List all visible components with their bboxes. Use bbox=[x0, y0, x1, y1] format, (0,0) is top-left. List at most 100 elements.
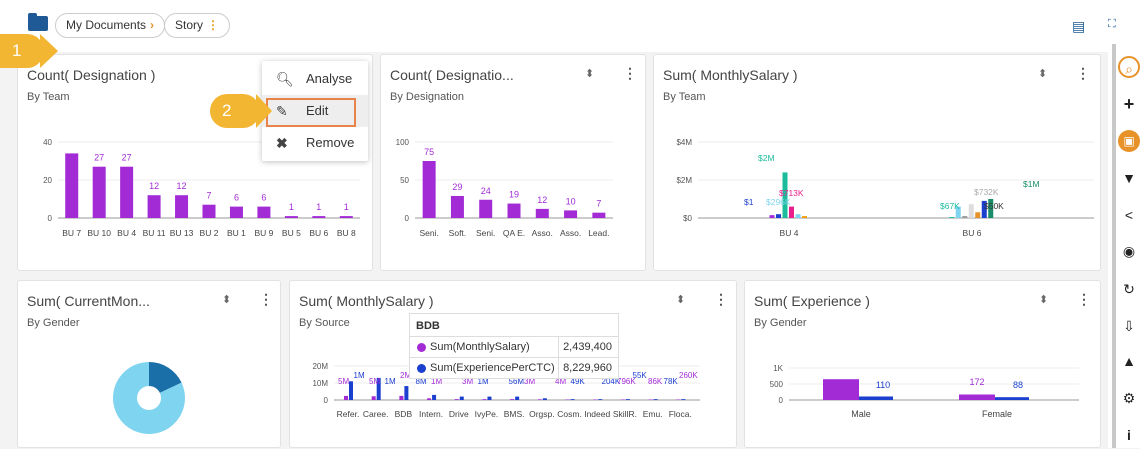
data-label: 19 bbox=[509, 190, 519, 200]
y-tick-label: 500 bbox=[770, 380, 784, 389]
data-label: 5M bbox=[338, 377, 349, 386]
folder-icon[interactable] bbox=[28, 13, 48, 31]
y-tick-label: $4M bbox=[676, 138, 692, 147]
data-label: $50K bbox=[984, 201, 1004, 211]
data-label: 1 bbox=[316, 202, 321, 212]
bar bbox=[776, 214, 781, 218]
data-label: 1 bbox=[289, 202, 294, 212]
bar bbox=[570, 399, 575, 400]
bar bbox=[450, 195, 464, 218]
more-vertical-icon[interactable]: ⋮ bbox=[207, 18, 219, 32]
y-tick-label: $2M bbox=[676, 176, 692, 185]
x-tick-label: Cosm. bbox=[557, 409, 582, 419]
bar bbox=[598, 399, 603, 400]
bar bbox=[565, 399, 570, 400]
bar bbox=[459, 396, 464, 400]
x-tick-label: Floca. bbox=[669, 409, 692, 419]
bar bbox=[399, 395, 404, 400]
data-label: 55K bbox=[633, 371, 648, 380]
x-tick-label: BU 11 bbox=[143, 228, 166, 238]
bar bbox=[344, 395, 348, 400]
info-icon[interactable]: i bbox=[1118, 424, 1140, 446]
donut-chart bbox=[112, 362, 185, 434]
menu-item-edit[interactable]: ✎ Edit bbox=[262, 95, 368, 127]
data-label: $2M bbox=[758, 153, 775, 163]
bar bbox=[789, 206, 794, 218]
bar bbox=[959, 394, 995, 400]
bar bbox=[769, 215, 775, 218]
menu-item-analyse[interactable]: 🔍︎ Analyse bbox=[262, 63, 368, 95]
bar bbox=[371, 396, 376, 400]
breadcrumb-label: Story bbox=[175, 18, 204, 32]
chart-tooltip: BDB Sum(MonthlySalary) 2,439,400 Sum(Exp… bbox=[409, 313, 619, 379]
bar bbox=[284, 216, 298, 218]
bar bbox=[995, 397, 1029, 400]
bar bbox=[202, 204, 216, 218]
bell-icon[interactable]: ▲ bbox=[1118, 350, 1140, 372]
share-icon[interactable]: < bbox=[1118, 204, 1140, 226]
filter-icon[interactable]: ▼ bbox=[1118, 167, 1140, 189]
breadcrumb-my-documents[interactable]: My Documents › bbox=[55, 13, 166, 38]
bar bbox=[147, 195, 161, 218]
bar bbox=[229, 206, 243, 218]
chart-card: Count( Designatio... By Designation ⬍ ⋮ … bbox=[380, 54, 646, 271]
y-tick-label: 0 bbox=[324, 396, 329, 405]
data-label: 110 bbox=[876, 380, 890, 390]
data-label: 1M bbox=[385, 377, 396, 386]
x-tick-label: Orgsp. bbox=[529, 409, 555, 419]
search-icon[interactable]: ⌕ bbox=[1118, 56, 1140, 78]
x-tick-label: BU 5 bbox=[282, 228, 301, 238]
bar bbox=[975, 212, 981, 218]
data-label: 1M bbox=[354, 371, 365, 380]
bar bbox=[479, 199, 493, 218]
data-label: 12 bbox=[537, 195, 547, 205]
x-tick-label: Male bbox=[851, 409, 871, 419]
comment-icon[interactable]: ▤ bbox=[1072, 18, 1085, 35]
breadcrumb-label: My Documents bbox=[66, 18, 147, 32]
data-label: 12 bbox=[149, 181, 159, 191]
menu-item-remove[interactable]: ✖ Remove bbox=[262, 127, 368, 159]
save-icon[interactable]: ▣ bbox=[1118, 130, 1140, 152]
x-tick-label: BU 10 bbox=[87, 228, 111, 238]
callout-number: 1 bbox=[12, 41, 22, 60]
tooltip-row: Sum(MonthlySalary) 2,439,400 bbox=[410, 336, 618, 357]
data-label: 27 bbox=[122, 153, 132, 163]
bar bbox=[404, 386, 409, 400]
x-tick-label: BU 4 bbox=[780, 228, 799, 238]
x-tick-label: BU 1 bbox=[227, 228, 246, 238]
export-icon[interactable]: ⇩ bbox=[1118, 315, 1140, 337]
x-tick-label: BU 8 bbox=[337, 228, 356, 238]
scrollbar[interactable] bbox=[1112, 44, 1116, 448]
plus-icon[interactable]: + bbox=[1118, 93, 1140, 115]
bar bbox=[823, 379, 859, 400]
x-tick-label: QA E. bbox=[503, 228, 525, 238]
bar bbox=[339, 216, 353, 218]
bar-chart: 0 500 1K Male Female 110 172 88 bbox=[770, 364, 1079, 419]
bar bbox=[487, 396, 492, 400]
x-tick-label: BU 2 bbox=[200, 228, 219, 238]
data-label: $732K bbox=[974, 187, 999, 197]
x-tick-label: BU 13 bbox=[170, 228, 194, 238]
bar bbox=[681, 399, 686, 400]
bar bbox=[510, 399, 515, 400]
bar bbox=[859, 396, 893, 400]
x-tick-label: Seni. bbox=[419, 228, 438, 238]
callout-number: 2 bbox=[222, 101, 232, 120]
data-label: 75 bbox=[424, 147, 434, 157]
breadcrumb-story[interactable]: Story ⋮ bbox=[164, 13, 231, 38]
bar bbox=[349, 381, 353, 400]
donut-hole bbox=[137, 386, 161, 410]
x-tick-label: Intern. bbox=[419, 409, 443, 419]
gear-icon[interactable]: ⚙ bbox=[1118, 387, 1140, 409]
y-tick-label: 0 bbox=[405, 214, 410, 223]
fullscreen-icon[interactable]: ⛶ bbox=[1108, 18, 1116, 31]
bar bbox=[653, 399, 658, 400]
x-tick-label: Indeed bbox=[584, 409, 610, 419]
context-menu: 🔍︎ Analyse ✎ Edit ✖ Remove bbox=[262, 61, 368, 161]
refresh-icon[interactable]: ↻ bbox=[1118, 278, 1140, 300]
x-tick-label: BU 7 bbox=[62, 228, 81, 238]
x-tick-label: Refer. bbox=[337, 409, 360, 419]
x-tick-label: Drive bbox=[449, 409, 469, 419]
x-tick-label: SkillR. bbox=[613, 409, 637, 419]
eye-icon[interactable]: ◉ bbox=[1118, 240, 1140, 262]
